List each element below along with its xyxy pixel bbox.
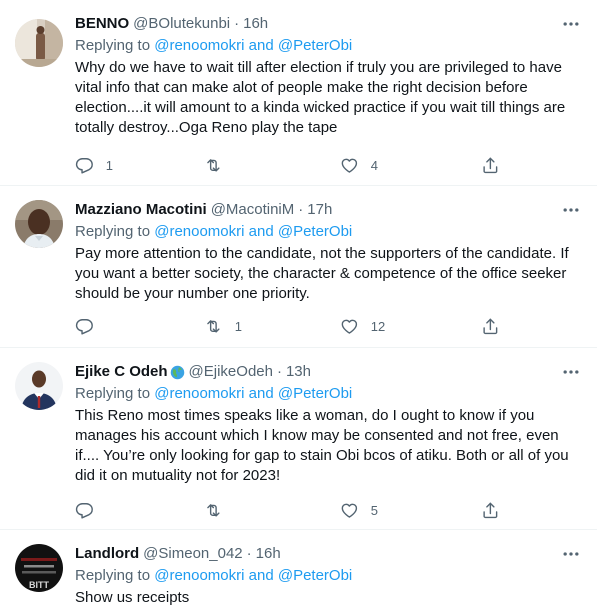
replying-to: Replying to @renoomokri and @PeterObi <box>75 384 583 404</box>
user-handle[interactable]: @EjikeOdeh <box>189 362 273 382</box>
heart-icon <box>340 501 359 520</box>
avatar-benno[interactable] <box>15 19 63 67</box>
reply-icon <box>75 317 94 336</box>
mention-link[interactable]: @renoomokri and @PeterObi <box>154 223 352 240</box>
heart-icon <box>340 317 359 336</box>
like-count: 12 <box>370 318 386 334</box>
mention-link[interactable]: @renoomokri and @PeterObi <box>154 567 352 584</box>
globe-emoji-icon <box>170 365 184 379</box>
like-button[interactable]: 12 <box>340 316 385 336</box>
user-handle[interactable]: @Simeon_042 <box>143 544 242 564</box>
separator-dot: · <box>246 545 252 562</box>
reply-button[interactable] <box>75 316 106 336</box>
separator-dot: · <box>234 15 240 32</box>
replying-to-prefix: Replying to <box>75 223 155 240</box>
like-count: 4 <box>370 157 378 173</box>
tweet-text: Show us receipts <box>75 589 190 606</box>
reply-button[interactable] <box>75 500 106 520</box>
share-icon <box>481 317 500 336</box>
share-icon <box>481 501 500 520</box>
tweet-actions: 1 4 <box>75 155 515 175</box>
more-horizontal-icon[interactable] <box>561 362 581 382</box>
timestamp[interactable]: 16h <box>243 14 268 34</box>
avatar-lettering: BITT <box>29 580 49 590</box>
display-name[interactable]: Landlord <box>75 544 139 564</box>
heart-icon <box>340 156 359 175</box>
replying-to-prefix: Replying to <box>75 37 155 54</box>
tweet-text: Why do we have to wait till after electi… <box>75 59 566 136</box>
retweet-button[interactable]: 1 <box>204 316 242 336</box>
share-button[interactable] <box>481 500 500 520</box>
tweet-header: Ejike C Odeh @EjikeOdeh · 13h <box>75 362 583 382</box>
tweet-header: Mazziano Macotini @MacotiniM · 17h <box>75 200 583 220</box>
retweet-button[interactable] <box>204 155 235 175</box>
reply-icon <box>75 501 94 520</box>
retweet-count: 1 <box>234 318 242 334</box>
replying-to: Replying to @renoomokri and @PeterObi <box>75 222 583 242</box>
display-name[interactable]: Mazziano Macotini <box>75 200 207 220</box>
retweet-icon <box>204 156 223 175</box>
timestamp[interactable]: 13h <box>286 362 311 382</box>
replying-to: Replying to @renoomokri and @PeterObi <box>75 566 583 586</box>
like-count: 5 <box>370 502 378 518</box>
retweet-button[interactable] <box>204 500 235 520</box>
tweet-landlord[interactable]: BITT Landlord @Simeon_042 · 16h Replying… <box>0 530 597 610</box>
more-horizontal-icon[interactable] <box>561 544 581 564</box>
user-handle[interactable]: @BOlutekunbi <box>133 14 230 34</box>
share-button[interactable] <box>481 155 500 175</box>
display-name[interactable]: BENNO <box>75 14 129 34</box>
avatar-landlord[interactable]: BITT <box>15 544 63 592</box>
tweet-text: Pay more attention to the candidate, not… <box>75 245 569 302</box>
replying-to-prefix: Replying to <box>75 385 155 402</box>
tweet-mazziano[interactable]: Mazziano Macotini @MacotiniM · 17h Reply… <box>0 186 597 348</box>
timestamp[interactable]: 16h <box>256 544 281 564</box>
reply-feed: BENNO @BOlutekunbi · 16h Replying to @re… <box>0 0 597 610</box>
mention-link[interactable]: @renoomokri and @PeterObi <box>154 37 352 54</box>
tweet-header: Landlord @Simeon_042 · 16h <box>75 544 583 564</box>
tweet-ejike[interactable]: Ejike C Odeh @EjikeOdeh · 13h Replying t… <box>0 348 597 530</box>
tweet-text: This Reno most times speaks like a woman… <box>75 407 569 484</box>
like-button[interactable]: 4 <box>340 155 378 175</box>
tweet-benno[interactable]: BENNO @BOlutekunbi · 16h Replying to @re… <box>0 0 597 186</box>
replying-to: Replying to @renoomokri and @PeterObi <box>75 36 583 56</box>
retweet-icon <box>204 317 223 336</box>
tweet-actions: 5 <box>75 500 515 520</box>
tweet-actions: 1 12 <box>75 316 515 336</box>
retweet-icon <box>204 501 223 520</box>
tweet-header: BENNO @BOlutekunbi · 16h <box>75 14 583 34</box>
separator-dot: · <box>276 363 282 380</box>
reply-button[interactable]: 1 <box>75 155 113 175</box>
mention-link[interactable]: @renoomokri and @PeterObi <box>154 385 352 402</box>
replying-to-prefix: Replying to <box>75 567 155 584</box>
avatar-mazziano[interactable] <box>15 200 63 248</box>
reply-icon <box>75 156 94 175</box>
share-button[interactable] <box>481 316 500 336</box>
display-name[interactable]: Ejike C Odeh <box>75 362 168 382</box>
reply-count: 1 <box>105 157 113 173</box>
timestamp[interactable]: 17h <box>307 200 332 220</box>
more-horizontal-icon[interactable] <box>561 200 581 220</box>
like-button[interactable]: 5 <box>340 500 378 520</box>
avatar-ejike[interactable] <box>15 362 63 410</box>
user-handle[interactable]: @MacotiniM <box>211 200 295 220</box>
share-icon <box>481 156 500 175</box>
separator-dot: · <box>298 201 304 218</box>
more-horizontal-icon[interactable] <box>561 14 581 34</box>
